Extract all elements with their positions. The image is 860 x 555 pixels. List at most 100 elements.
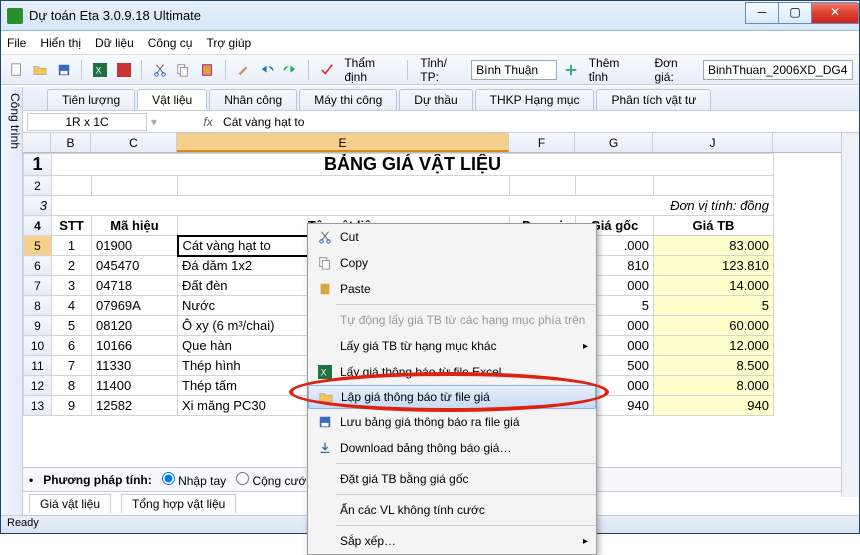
open-icon[interactable] xyxy=(30,60,49,80)
tab-thkp[interactable]: THKP Hạng mục xyxy=(475,89,595,110)
cell-giatb[interactable]: 8.000 xyxy=(654,376,774,396)
cell-mahieu[interactable]: 04718 xyxy=(92,276,178,296)
save-icon[interactable] xyxy=(54,60,73,80)
pptinh-label: Phương pháp tính: xyxy=(43,473,152,487)
menu-file[interactable]: File xyxy=(7,36,26,50)
tinhtp-combo[interactable] xyxy=(471,60,557,80)
tab-ptvt[interactable]: Phân tích vật tư xyxy=(596,89,711,110)
thamdinh-label[interactable]: Thẩm định xyxy=(344,56,399,84)
cell-giatb[interactable]: 12.000 xyxy=(654,336,774,356)
minimize-button[interactable]: ─ xyxy=(745,2,779,24)
cell-mahieu[interactable]: 07969A xyxy=(92,296,178,316)
btab-giavl[interactable]: Giá vật liệu xyxy=(29,494,111,513)
tab-duthau[interactable]: Dự thầu xyxy=(399,89,472,110)
cell-giatb[interactable]: 60.000 xyxy=(654,316,774,336)
row-header[interactable]: 5 xyxy=(24,236,52,256)
cell-stt[interactable]: 5 xyxy=(52,316,92,336)
menu-congcu[interactable]: Công cụ xyxy=(148,36,193,50)
tab-tienluong[interactable]: Tiên lượng xyxy=(47,89,135,110)
cell-stt[interactable]: 2 xyxy=(52,256,92,276)
cut-icon[interactable] xyxy=(150,60,169,80)
menu-hienthi[interactable]: Hiển thị xyxy=(40,36,81,50)
cell-giatb[interactable]: 14.000 xyxy=(654,276,774,296)
cell-stt[interactable]: 8 xyxy=(52,376,92,396)
cell-stt[interactable]: 3 xyxy=(52,276,92,296)
window-title: Dự toán Eta 3.0.9.18 Ultimate xyxy=(29,8,746,23)
tab-maythicong[interactable]: Máy thi công xyxy=(299,89,397,110)
ctx-layexcel[interactable]: XLấy giá thông báo từ file Excel xyxy=(308,359,596,385)
ctx-sapxep[interactable]: Sắp xếp… xyxy=(308,528,596,554)
cell-mahieu[interactable]: 10166 xyxy=(92,336,178,356)
ctx-download[interactable]: Download bảng thông báo giá… xyxy=(308,435,596,461)
ctx-copy[interactable]: Copy xyxy=(308,250,596,276)
cell-stt[interactable]: 6 xyxy=(52,336,92,356)
pdf-icon[interactable] xyxy=(114,60,133,80)
folder-open-icon xyxy=(315,390,337,404)
check-icon[interactable] xyxy=(317,60,336,80)
cell-stt[interactable]: 4 xyxy=(52,296,92,316)
cell-giatb[interactable]: 8.500 xyxy=(654,356,774,376)
ctx-datgia[interactable]: Đặt giá TB bằng giá gốc xyxy=(308,466,596,492)
undo-icon[interactable] xyxy=(257,60,276,80)
sidetab-congtrinh[interactable]: Công trình xyxy=(1,87,23,515)
name-box[interactable]: 1R x 1C xyxy=(27,113,147,131)
row-header[interactable]: 7 xyxy=(24,276,52,296)
select-all-corner[interactable] xyxy=(23,133,51,152)
copy-icon[interactable] xyxy=(174,60,193,80)
cell-mahieu[interactable]: 08120 xyxy=(92,316,178,336)
ctx-laytb[interactable]: Lấy giá TB từ hạng mục khác xyxy=(308,333,596,359)
ctx-lapgia[interactable]: Lập giá thông báo từ file giá xyxy=(308,385,596,409)
cell-giatb[interactable]: 5 xyxy=(654,296,774,316)
paste-icon[interactable] xyxy=(197,60,216,80)
cell-giatb[interactable]: 940 xyxy=(654,396,774,416)
tab-vatlieu[interactable]: Vật liệu xyxy=(137,89,207,110)
row-header[interactable]: 11 xyxy=(24,356,52,376)
paste-icon xyxy=(314,282,336,296)
excel-icon[interactable]: X xyxy=(90,60,109,80)
menu-trogiup[interactable]: Trợ giúp xyxy=(206,36,251,50)
col-e[interactable]: E xyxy=(177,133,509,152)
row-header[interactable]: 12 xyxy=(24,376,52,396)
col-j[interactable]: J xyxy=(653,133,773,152)
col-g[interactable]: G xyxy=(575,133,653,152)
cut-icon xyxy=(314,230,336,244)
radio-nhaptay[interactable]: Nhập tay xyxy=(162,472,226,488)
row-header[interactable]: 13 xyxy=(24,396,52,416)
ctx-paste[interactable]: Paste xyxy=(308,276,596,302)
cell-mahieu[interactable]: 01900 xyxy=(92,236,178,256)
close-button[interactable]: ✕ xyxy=(811,2,859,24)
cell-giatb[interactable]: 123.810 xyxy=(654,256,774,276)
col-b[interactable]: B xyxy=(51,133,91,152)
cell-mahieu[interactable]: 045470 xyxy=(92,256,178,276)
cell-mahieu[interactable]: 11400 xyxy=(92,376,178,396)
cell-mahieu[interactable]: 12582 xyxy=(92,396,178,416)
row-header[interactable]: 8 xyxy=(24,296,52,316)
vertical-scrollbar[interactable] xyxy=(841,133,859,497)
menu-dulieu[interactable]: Dữ liệu xyxy=(95,36,134,50)
col-c[interactable]: C xyxy=(91,133,177,152)
tab-nhancong[interactable]: Nhân công xyxy=(209,89,297,110)
cell-mahieu[interactable]: 11330 xyxy=(92,356,178,376)
col-f[interactable]: F xyxy=(509,133,575,152)
cell-stt[interactable]: 1 xyxy=(52,236,92,256)
maximize-button[interactable]: ▢ xyxy=(778,2,812,24)
redo-icon[interactable] xyxy=(280,60,299,80)
row-header[interactable]: 6 xyxy=(24,256,52,276)
ctx-anvl[interactable]: Ẩn các VL không tính cước xyxy=(308,497,596,523)
row-header[interactable]: 10 xyxy=(24,336,52,356)
formula-bar[interactable]: Cát vàng hạt to xyxy=(219,115,859,129)
new-icon[interactable] xyxy=(7,60,26,80)
ctx-luubang[interactable]: Lưu bảng giá thông báo ra file giá xyxy=(308,409,596,435)
cell-stt[interactable]: 7 xyxy=(52,356,92,376)
cell-stt[interactable]: 9 xyxy=(52,396,92,416)
btab-tonghop[interactable]: Tổng hợp vật liệu xyxy=(121,494,236,513)
plus-icon[interactable] xyxy=(561,60,580,80)
dongia-label: Đơn giá: xyxy=(654,56,699,84)
brush-icon[interactable] xyxy=(234,60,253,80)
row-header[interactable]: 9 xyxy=(24,316,52,336)
cell-giatb[interactable]: 83.000 xyxy=(654,236,774,256)
themtinh-label[interactable]: Thêm tỉnh xyxy=(589,56,641,84)
dongia-combo[interactable] xyxy=(703,60,853,80)
ctx-cut[interactable]: Cut xyxy=(308,224,596,250)
fx-icon[interactable]: fx xyxy=(197,115,219,129)
